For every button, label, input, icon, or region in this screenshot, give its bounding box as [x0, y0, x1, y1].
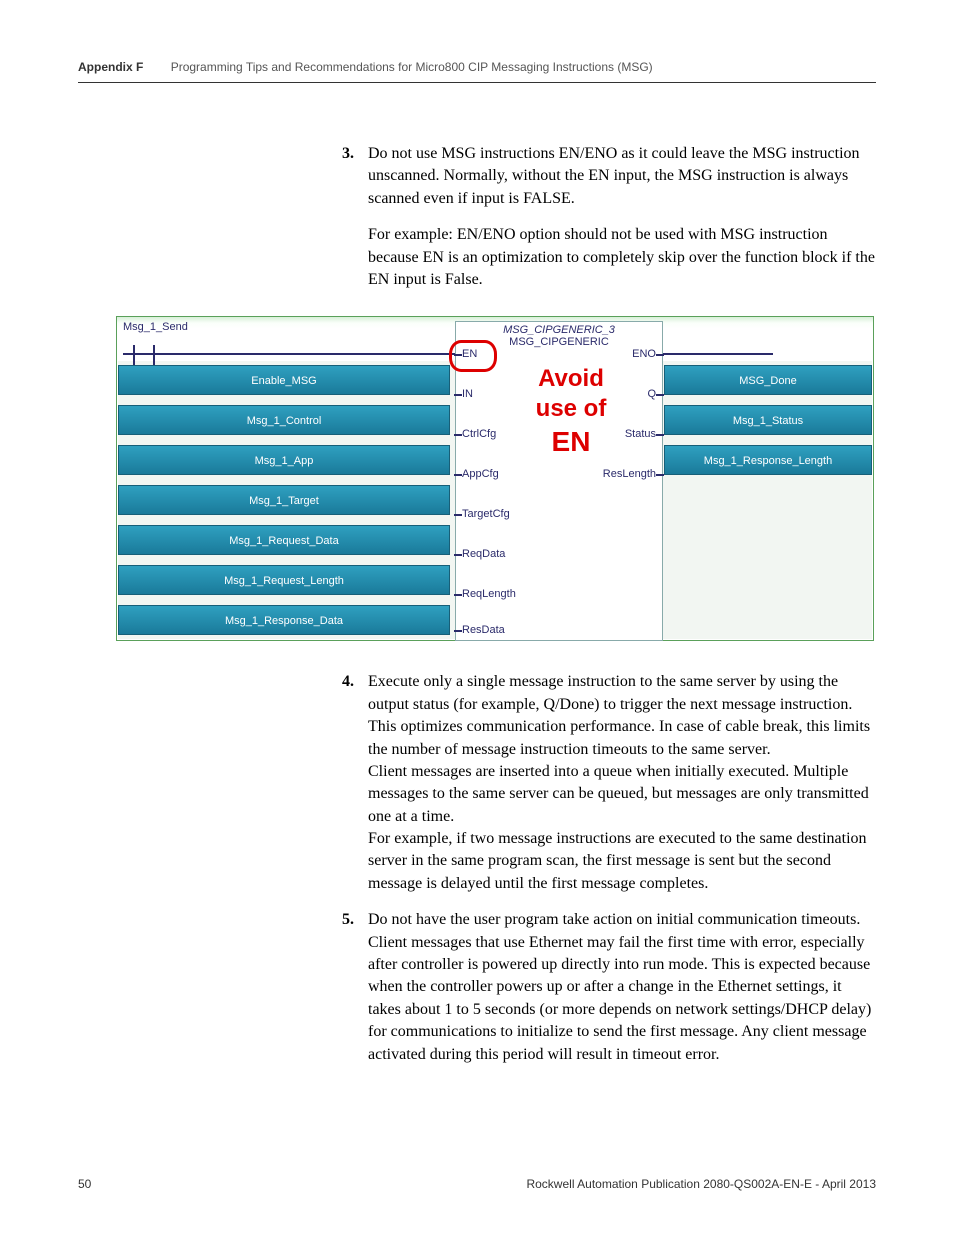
- item3-p2: For example: EN/ENO option should not be…: [368, 224, 876, 291]
- item4-p2: Client messages are inserted into a queu…: [368, 761, 876, 828]
- appendix-label: Appendix F: [78, 60, 143, 74]
- tag-msg-done[interactable]: MSG_Done: [664, 365, 872, 395]
- page-header: Appendix F Programming Tips and Recommen…: [78, 60, 876, 83]
- pin-reqlength: ReqLength: [462, 588, 516, 600]
- publication-id: Rockwell Automation Publication 2080-QS0…: [526, 1177, 876, 1191]
- page-footer: 50 Rockwell Automation Publication 2080-…: [78, 1177, 876, 1191]
- tag-msg1-control[interactable]: Msg_1_Control: [118, 405, 450, 435]
- pin-eno: ENO: [632, 348, 656, 360]
- item-number: 4.: [342, 671, 354, 693]
- rung-start-icon: [123, 345, 163, 365]
- ladder-diagram: Msg_1_Send Enable_MSG Msg_1_Control Msg_…: [116, 316, 874, 641]
- item5-p1: Do not have the user program take action…: [368, 909, 876, 1066]
- list-item-4: 4. Execute only a single message instruc…: [368, 671, 876, 895]
- pin-appcfg: AppCfg: [462, 468, 499, 480]
- tag-msg1-status[interactable]: Msg_1_Status: [664, 405, 872, 435]
- header-title: Programming Tips and Recommendations for…: [171, 60, 653, 74]
- item4-p1: Execute only a single message instructio…: [368, 671, 876, 761]
- tag-msg1-reqdata[interactable]: Msg_1_Request_Data: [118, 525, 450, 555]
- pin-reslength: ResLength: [603, 468, 656, 480]
- tag-msg1-reslen[interactable]: Msg_1_Response_Length: [664, 445, 872, 475]
- pin-resdata: ResData: [462, 624, 505, 636]
- pin-targetcfg: TargetCfg: [462, 508, 510, 520]
- item-number: 3.: [342, 143, 354, 165]
- tag-enable-msg[interactable]: Enable_MSG: [118, 365, 450, 395]
- fb-instance-name: MSG_CIPGENERIC_3: [456, 322, 662, 336]
- pin-reqdata: ReqData: [462, 548, 505, 560]
- avoid-label-2: use of: [511, 395, 631, 424]
- avoid-label-1: Avoid: [511, 365, 631, 394]
- en-highlight-circle-icon: [449, 340, 497, 372]
- page-number: 50: [78, 1177, 91, 1191]
- tag-msg1-app[interactable]: Msg_1_App: [118, 445, 450, 475]
- pin-q: Q: [647, 388, 656, 400]
- item-number: 5.: [342, 909, 354, 931]
- tag-msg1-reqlen[interactable]: Msg_1_Request_Length: [118, 565, 450, 595]
- list-item-5: 5. Do not have the user program take act…: [368, 909, 876, 1066]
- item4-p3: For example, if two message instructions…: [368, 828, 876, 895]
- tag-msg1-target[interactable]: Msg_1_Target: [118, 485, 450, 515]
- pin-ctrlcfg: CtrlCfg: [462, 428, 496, 440]
- avoid-label-3: EN: [511, 425, 631, 459]
- rung-label: Msg_1_Send: [123, 321, 188, 333]
- tag-msg1-resdata[interactable]: Msg_1_Response_Data: [118, 605, 450, 635]
- pin-in: IN: [462, 388, 473, 400]
- item3-p1: Do not use MSG instructions EN/ENO as it…: [368, 143, 876, 210]
- list-item-3: 3. Do not use MSG instructions EN/ENO as…: [368, 143, 876, 291]
- rung-wire: [123, 353, 773, 355]
